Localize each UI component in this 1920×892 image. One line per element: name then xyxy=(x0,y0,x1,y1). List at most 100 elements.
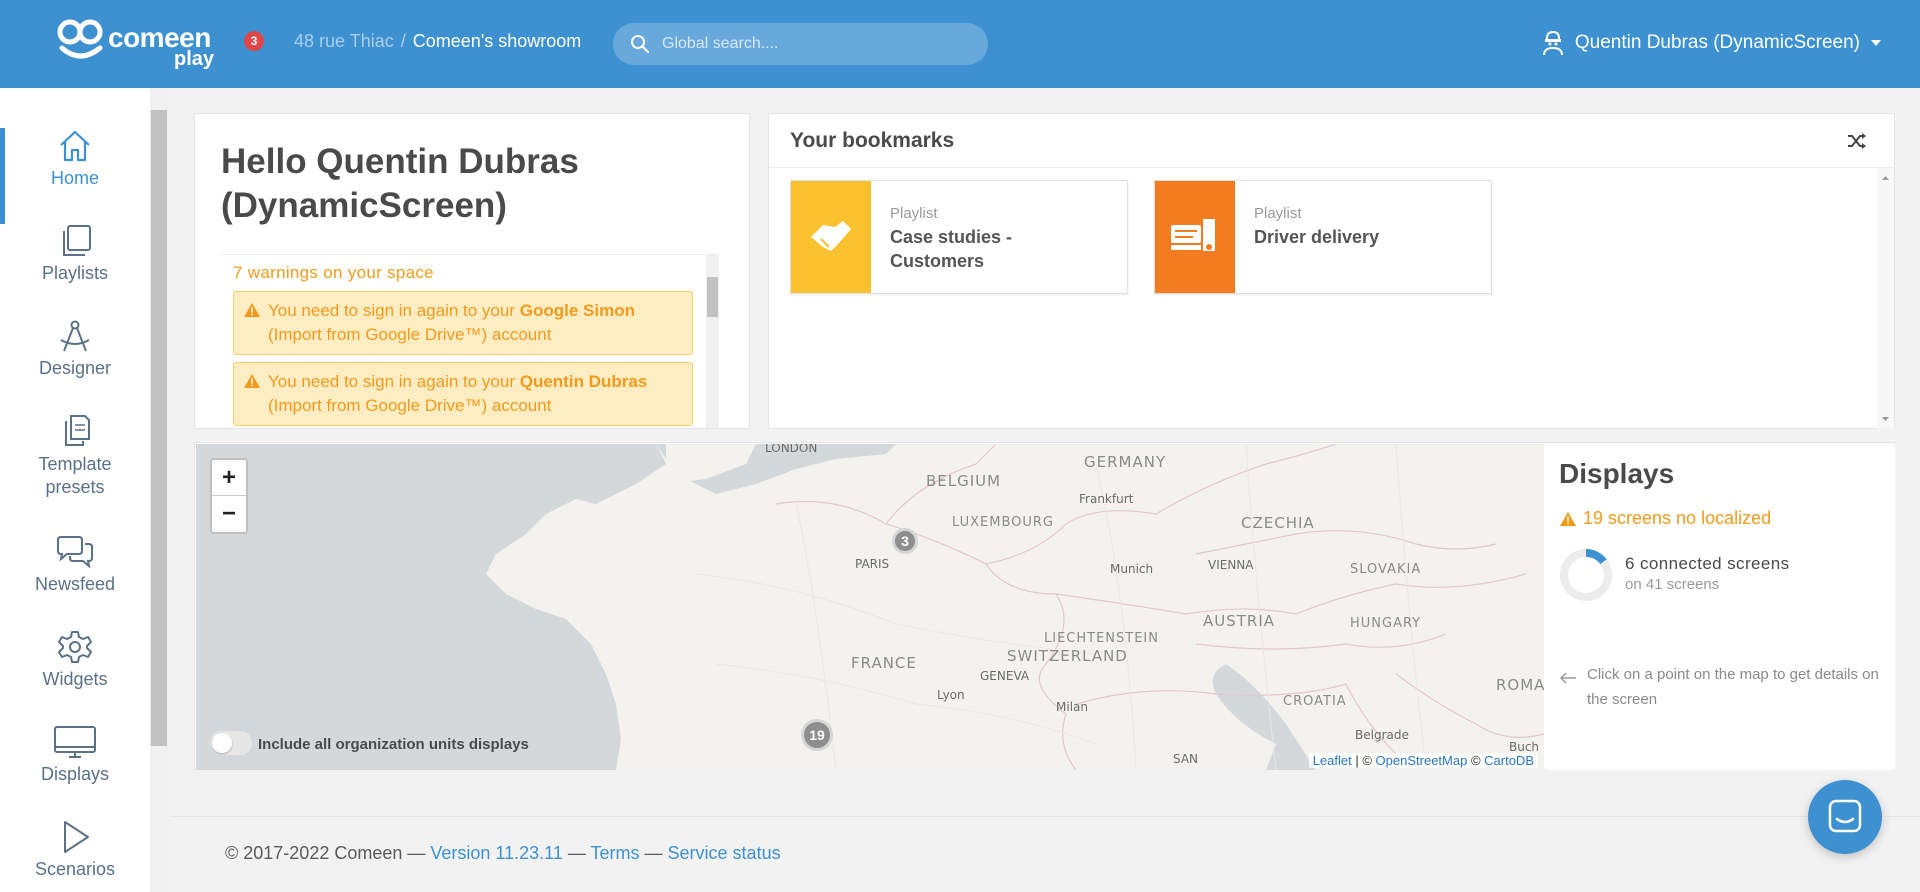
footer-copyright: © 2017-2022 Comeen — xyxy=(225,843,431,863)
map-label-city: LONDON xyxy=(765,444,818,455)
map-label-country: SLOVAKIA xyxy=(1350,562,1422,577)
chat-icon xyxy=(1828,799,1862,833)
notification-badge[interactable]: 3 xyxy=(244,31,264,51)
map-label-city: VIENNA xyxy=(1208,558,1254,572)
map-card: GERMANY BELGIUM LUXEMBOURG CZECHIA SLOVA… xyxy=(194,442,1895,770)
map-attribution: Leaflet | © OpenStreetMap © CartoDB xyxy=(1308,753,1538,768)
sidebar-item-displays[interactable]: Displays xyxy=(0,724,150,814)
map-label-country: CROATIA xyxy=(1283,694,1347,709)
breadcrumb-address[interactable]: 48 rue Thiac xyxy=(294,31,394,51)
comeen-logo-icon xyxy=(57,19,103,59)
openstreetmap-link[interactable]: OpenStreetMap xyxy=(1376,753,1468,768)
warning-suffix: (Import from Google Drive™) account xyxy=(268,325,552,344)
warning-account: Quentin Dubras xyxy=(519,372,648,391)
footer-separator: — xyxy=(639,843,668,863)
warnings-scrollbar-thumb[interactable] xyxy=(707,277,718,317)
map-label-country: SWITZERLAND xyxy=(1007,647,1128,665)
sidebar: Home Playlists Designer Template presets… xyxy=(0,88,150,892)
sidebar-item-label: Template presets xyxy=(38,454,112,497)
total-screens: on 41 screens xyxy=(1625,576,1720,593)
map-hint: Click on a point on the map to get detai… xyxy=(1587,666,1879,708)
global-search[interactable] xyxy=(613,23,988,65)
bookmarks-scrollbar[interactable] xyxy=(1877,168,1894,429)
warning-icon xyxy=(1560,511,1576,526)
map-label-country: LUXEMBOURG xyxy=(952,515,1054,530)
map-cluster-marker[interactable]: 19 xyxy=(801,719,833,751)
comeen-logo[interactable]: comeen play xyxy=(56,16,226,72)
sidebar-scrollbar-thumb[interactable] xyxy=(151,110,167,746)
zoom-in-button[interactable]: + xyxy=(212,460,246,496)
version-link[interactable]: Version 11.23.11 xyxy=(430,843,562,863)
map-label-city: PARIS xyxy=(855,557,890,571)
warning-icon xyxy=(244,303,260,317)
user-menu[interactable]: Quentin Dubras (DynamicScreen) xyxy=(1541,26,1882,60)
map-label-country: CZECHIA xyxy=(1241,514,1315,532)
sidebar-item-label: Scenarios xyxy=(34,859,116,879)
sidebar-item-scenarios[interactable]: Scenarios xyxy=(0,819,150,892)
terms-link[interactable]: Terms xyxy=(591,843,640,863)
map-label-country: LIECHTENSTEIN xyxy=(1044,631,1159,646)
bookmark-name: Case studies - Customers xyxy=(890,227,1013,271)
sidebar-item-label: Playlists xyxy=(41,263,108,283)
displays-map[interactable]: GERMANY BELGIUM LUXEMBOURG CZECHIA SLOVA… xyxy=(196,444,1544,770)
attribution-separator: © xyxy=(1467,753,1485,768)
zoom-out-button[interactable]: − xyxy=(212,496,246,532)
map-label-city: GENEVA xyxy=(980,669,1030,683)
welcome-card: Hello Quentin Dubras (DynamicScreen) 7 w… xyxy=(194,113,750,429)
attribution-separator: | © xyxy=(1351,753,1376,768)
displays-panel: Displays 19 screens no localized 6 conne… xyxy=(1545,444,1895,770)
not-localized-warning[interactable]: 19 screens no localized xyxy=(1559,508,1771,529)
map-label-city: SAN xyxy=(1173,752,1199,766)
sidebar-item-label: Home xyxy=(50,168,99,188)
newsfeed-icon xyxy=(57,536,93,569)
warning-item[interactable]: You need to sign in again to your Quenti… xyxy=(233,362,693,426)
play-icon xyxy=(64,821,89,853)
warning-account: Google Simon xyxy=(519,301,635,320)
map-cluster-marker[interactable]: 3 xyxy=(892,528,918,554)
chat-launcher-button[interactable] xyxy=(1808,780,1882,854)
map-label-city: Milan xyxy=(1056,700,1088,714)
sidebar-item-playlists[interactable]: Playlists xyxy=(0,223,150,313)
bookmark-name: Driver delivery xyxy=(1254,227,1380,247)
displays-title: Displays xyxy=(1559,458,1675,489)
bookmark-item[interactable]: Playlist Driver delivery xyxy=(1154,180,1492,294)
playlists-icon xyxy=(63,225,91,256)
cartodb-link[interactable]: CartoDB xyxy=(1484,753,1534,768)
warning-icon xyxy=(244,374,260,388)
include-org-units-toggle[interactable] xyxy=(210,731,252,755)
map-label-country: ROMA xyxy=(1496,676,1544,694)
map-label-country: AUSTRIA xyxy=(1203,612,1276,630)
shuffle-icon[interactable] xyxy=(1847,132,1867,150)
sidebar-item-newsfeed[interactable]: Newsfeed xyxy=(0,534,150,624)
scroll-arrows-icon xyxy=(1882,176,1889,421)
map-zoom-control: + − xyxy=(210,458,248,534)
connected-screens-donut xyxy=(1560,549,1612,601)
sidebar-item-widgets[interactable]: Widgets xyxy=(0,629,150,719)
bookmarks-card: Your bookmarks Playlist Case studies - C… xyxy=(768,113,1895,429)
warning-suffix: (Import from Google Drive™) account xyxy=(268,396,552,415)
map-label-country: FRANCE xyxy=(851,654,917,672)
sidebar-item-home[interactable]: Home xyxy=(0,128,150,224)
warning-prefix: You need to sign in again to your xyxy=(268,372,520,391)
designer-icon xyxy=(60,320,90,352)
bookmark-thumbnail xyxy=(791,181,871,293)
service-status-link[interactable]: Service status xyxy=(668,843,781,863)
sidebar-item-designer[interactable]: Designer xyxy=(0,318,150,408)
footer-separator: — xyxy=(562,843,591,863)
search-input[interactable] xyxy=(662,23,972,65)
footer: © 2017-2022 Comeen — Version 11.23.11 — … xyxy=(225,843,781,864)
sidebar-item-label: Widgets xyxy=(42,669,108,689)
user-avatar-icon xyxy=(1542,30,1563,56)
gear-icon xyxy=(58,631,92,663)
connected-screens: 6 connected screens xyxy=(1625,554,1790,573)
warning-item[interactable]: You need to sign in again to your Google… xyxy=(233,291,693,355)
warnings-title[interactable]: 7 warnings on your space xyxy=(233,263,434,283)
welcome-title: Hello Quentin Dubras (DynamicScreen) xyxy=(221,142,579,225)
leaflet-link[interactable]: Leaflet xyxy=(1313,753,1352,768)
bookmark-item[interactable]: Playlist Case studies - Customers xyxy=(790,180,1128,294)
breadcrumb-current[interactable]: Comeen's showroom xyxy=(413,31,582,51)
chevron-down-icon xyxy=(1871,40,1881,46)
bookmark-type: Playlist xyxy=(890,205,938,222)
warnings-scrollbar[interactable] xyxy=(706,255,719,428)
sidebar-item-template-presets[interactable]: Template presets xyxy=(0,413,150,503)
